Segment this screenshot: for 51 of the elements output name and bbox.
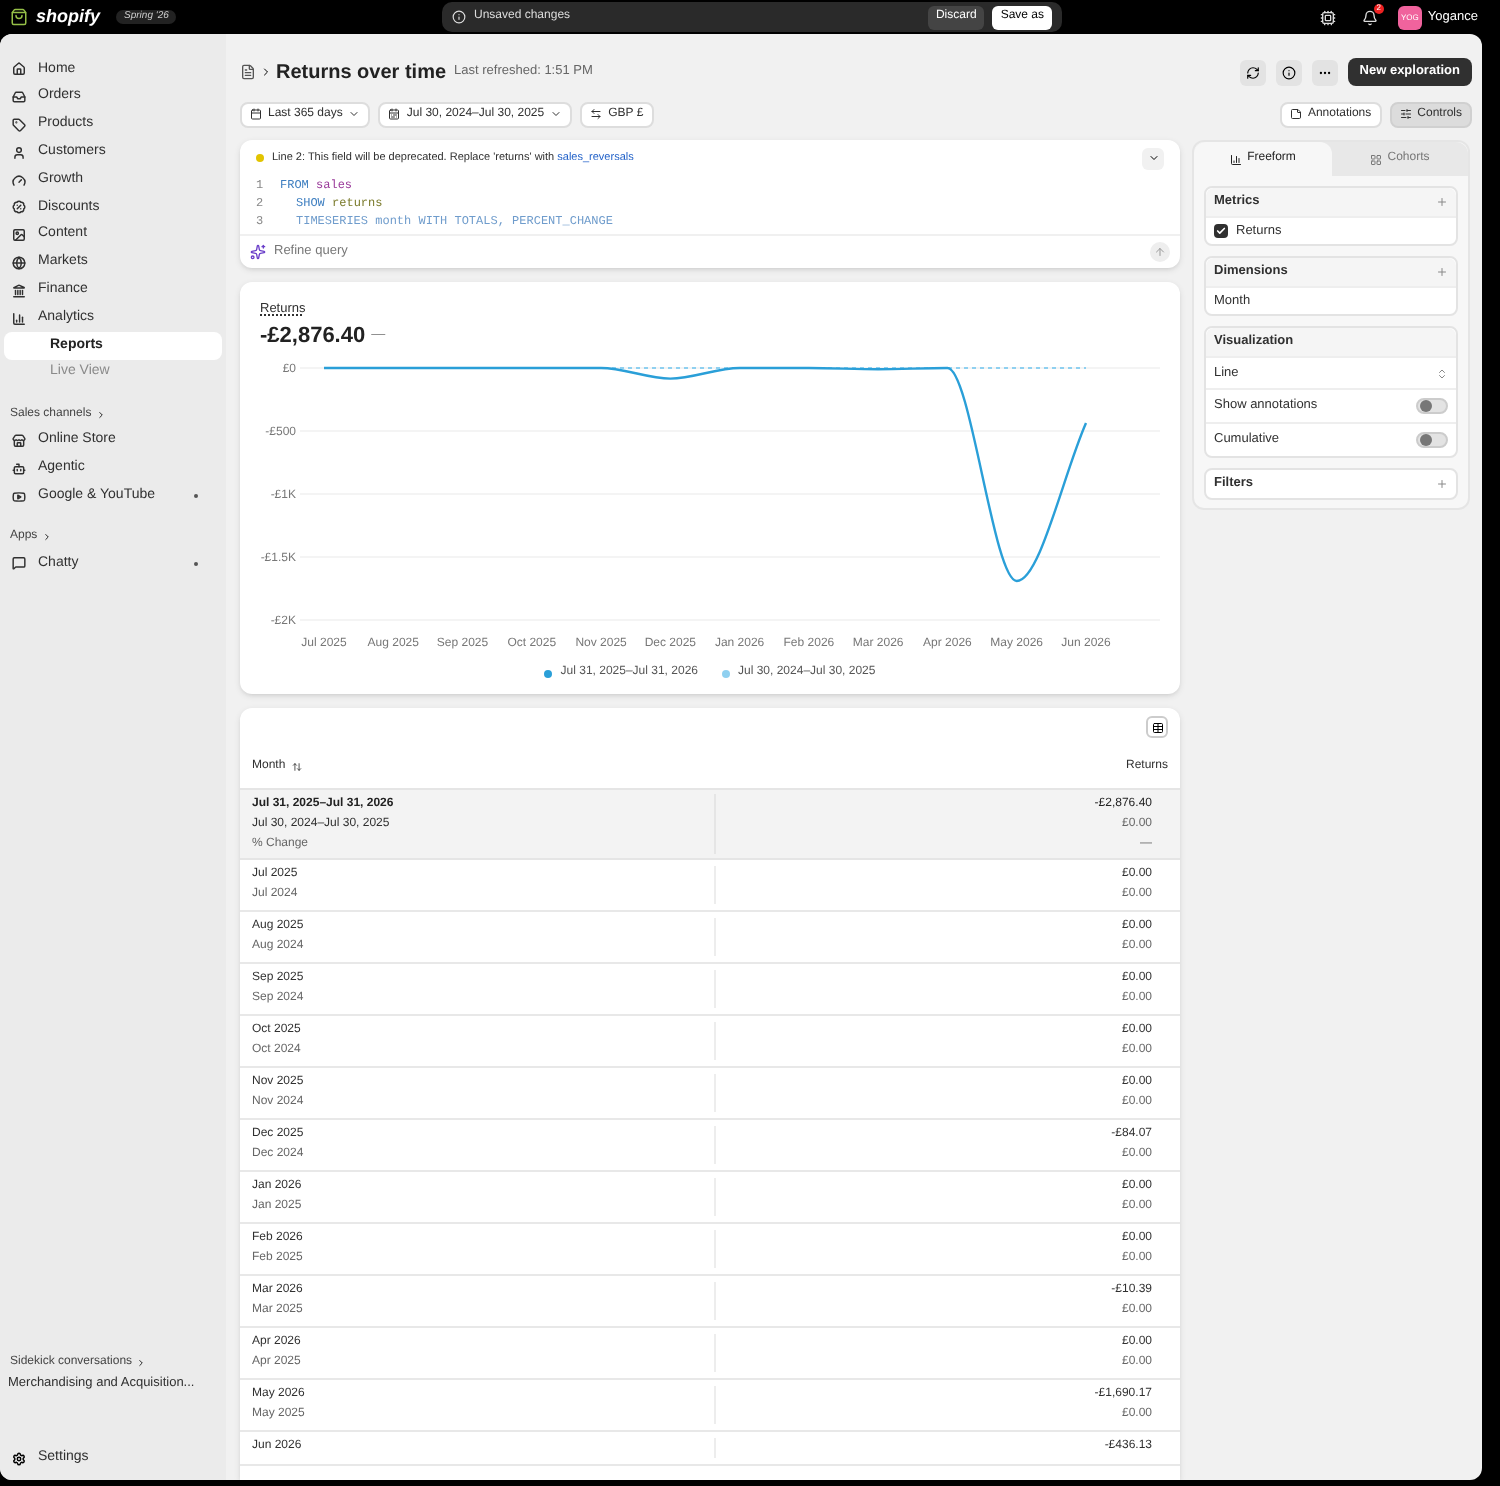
house-icon <box>12 62 26 77</box>
bar-chart-icon <box>1229 153 1242 165</box>
toggle-switch[interactable] <box>1416 432 1448 448</box>
chevron-right-icon <box>260 66 272 78</box>
chat-icon <box>12 556 26 571</box>
tag-icon <box>12 117 26 132</box>
sliders-icon <box>1399 108 1412 120</box>
play-icon <box>12 489 26 504</box>
metric-value: -£2,876.40 <box>260 321 366 352</box>
grid-icon <box>1369 153 1382 165</box>
calendar-icon <box>388 108 401 120</box>
chevron-down-icon <box>1147 152 1159 164</box>
check-icon <box>1216 226 1226 236</box>
person-icon <box>12 145 26 160</box>
bar-chart-icon <box>12 311 26 326</box>
inbox-icon <box>12 90 26 105</box>
percent-badge-icon <box>12 200 26 215</box>
sparkle-icon <box>250 244 266 260</box>
bell-icon[interactable] <box>1361 9 1378 25</box>
logo: shopify <box>36 3 101 30</box>
chevron-right-icon <box>41 532 52 543</box>
info-icon <box>1281 65 1296 79</box>
info-icon <box>452 10 466 24</box>
collapse-button[interactable] <box>1142 147 1164 169</box>
chevron-right-icon <box>136 1357 147 1367</box>
toggle-switch[interactable] <box>1416 398 1448 414</box>
sort-icon[interactable] <box>291 762 302 773</box>
calendar-icon <box>250 108 262 120</box>
globe-icon <box>12 255 26 270</box>
robot-icon <box>12 461 26 476</box>
table-icon <box>1151 721 1163 734</box>
refresh-icon <box>1245 65 1260 79</box>
arrow-up-icon <box>1154 246 1166 258</box>
image-icon <box>12 228 26 243</box>
chevron-right-icon <box>95 410 106 421</box>
gauge-icon <box>12 173 26 188</box>
document-icon[interactable] <box>240 64 256 80</box>
shopping-bag-icon <box>10 8 28 26</box>
info-button[interactable] <box>1275 59 1302 85</box>
chip-icon[interactable] <box>1319 9 1336 25</box>
table-view-button[interactable] <box>1146 716 1168 739</box>
page-title: Returns over time <box>276 59 447 87</box>
chevron-down-icon <box>348 108 361 120</box>
refresh-button[interactable] <box>1239 59 1266 85</box>
gear-icon <box>12 1451 26 1465</box>
store-icon <box>12 433 26 448</box>
exchange-icon <box>590 108 603 120</box>
note-icon <box>1289 108 1302 120</box>
checkbox[interactable] <box>1214 224 1228 238</box>
bank-icon <box>12 283 26 298</box>
chevron-down-icon <box>550 108 563 120</box>
